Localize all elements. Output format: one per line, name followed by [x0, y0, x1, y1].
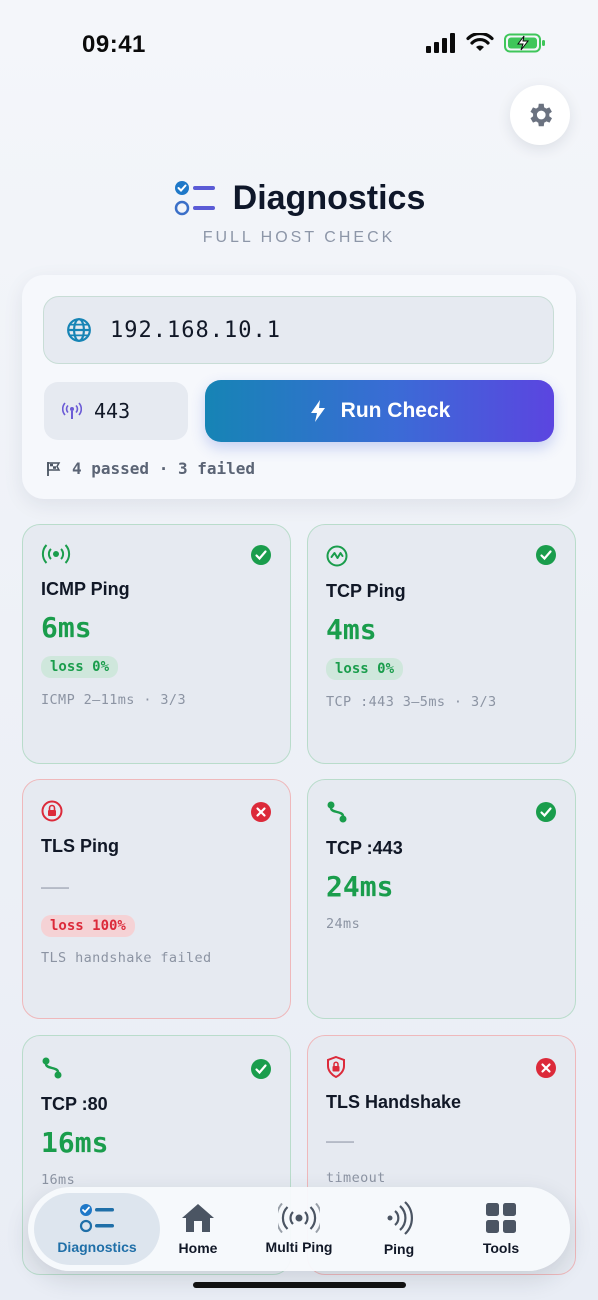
- card-title: TCP :80: [41, 1094, 108, 1114]
- check-summary: 4 passed · 3 failed: [46, 459, 255, 478]
- status-icons: [426, 33, 546, 53]
- host-input-card: 192.168.10.1 443 Run Check 4 passed · 3 …: [22, 275, 576, 499]
- page-header: Diagnostics FULL HOST CHECK: [0, 178, 598, 247]
- card-value: 4ms: [326, 613, 377, 646]
- status-time: 09:41: [82, 31, 146, 58]
- tab-multi-ping[interactable]: Multi Ping: [250, 1187, 348, 1271]
- cellular-signal-icon: [426, 33, 455, 53]
- tab-label: Ping: [383, 1241, 415, 1257]
- icmp-ping-card[interactable]: ICMP Ping 6ms loss 0% ICMP 2–11ms · 3/3: [22, 524, 291, 764]
- loss-badge: loss 0%: [326, 658, 404, 680]
- card-detail: timeout: [326, 1170, 386, 1186]
- card-title: ICMP Ping: [41, 579, 130, 599]
- broadcast-icon: [41, 544, 71, 564]
- tab-bar: Diagnostics Home Multi Ping Ping Tools: [28, 1187, 570, 1271]
- host-value: 192.168.10.1: [110, 317, 281, 343]
- card-detail: TLS handshake failed: [41, 950, 212, 966]
- home-indicator: [193, 1282, 406, 1288]
- run-check-label: Run Check: [340, 399, 451, 422]
- card-value: 24ms: [326, 870, 394, 903]
- check-circle-icon: [251, 545, 271, 565]
- port-value: 443: [94, 399, 131, 423]
- tab-ping[interactable]: Ping: [358, 1187, 440, 1271]
- signal-waves-icon: [387, 1201, 413, 1235]
- card-value: —: [41, 870, 69, 901]
- check-circle-icon: [536, 802, 556, 822]
- tab-tools[interactable]: Tools: [458, 1187, 544, 1271]
- broadcast-icon: [278, 1203, 320, 1233]
- shield-lock-icon: [327, 1056, 345, 1078]
- card-value: 16ms: [41, 1126, 109, 1159]
- loss-badge: loss 0%: [41, 656, 119, 678]
- tab-label: Diagnostics: [57, 1239, 137, 1255]
- grid-icon: [486, 1203, 516, 1233]
- globe-icon: [67, 318, 91, 342]
- port-input[interactable]: 443: [44, 382, 188, 440]
- loss-badge: loss 100%: [41, 915, 135, 937]
- card-detail: 24ms: [326, 916, 361, 932]
- pulse-icon: [326, 545, 348, 567]
- flag-icon: [47, 461, 61, 476]
- card-detail: 16ms: [41, 1172, 76, 1188]
- x-circle-icon: [536, 1058, 556, 1078]
- summary-text: 4 passed · 3 failed: [72, 459, 256, 478]
- card-title: TLS Handshake: [326, 1092, 462, 1112]
- wifi-icon: [466, 33, 494, 51]
- tcp-ping-card[interactable]: TCP Ping 4ms loss 0% TCP :443 3–5ms · 3/…: [307, 524, 576, 764]
- settings-button[interactable]: [510, 85, 570, 145]
- tcp-443-card[interactable]: TCP :443 24ms 24ms: [307, 779, 576, 1019]
- card-detail: ICMP 2–11ms · 3/3: [41, 692, 186, 708]
- run-check-button[interactable]: Run Check: [205, 380, 554, 442]
- check-circle-icon: [536, 545, 556, 565]
- route-icon: [327, 801, 347, 823]
- route-icon: [42, 1057, 62, 1079]
- lock-icon: [41, 800, 63, 822]
- antenna-icon: [62, 402, 82, 419]
- battery-charging-icon: [504, 33, 545, 53]
- page-title: Diagnostics: [232, 178, 426, 217]
- card-value: —: [326, 1124, 354, 1155]
- tab-label: Multi Ping: [265, 1239, 333, 1255]
- card-title: TCP :443: [326, 838, 403, 858]
- tab-diagnostics[interactable]: Diagnostics: [34, 1193, 160, 1265]
- tab-label: Home: [178, 1240, 218, 1256]
- card-title: TLS Ping: [41, 836, 119, 856]
- card-detail: TCP :443 3–5ms · 3/3: [326, 694, 497, 710]
- x-circle-icon: [251, 802, 271, 822]
- tab-home[interactable]: Home: [156, 1187, 240, 1271]
- checklist-icon: [79, 1204, 114, 1233]
- card-title: TCP Ping: [326, 581, 406, 601]
- tls-ping-card[interactable]: TLS Ping — loss 100% TLS handshake faile…: [22, 779, 291, 1019]
- page-subtitle: FULL HOST CHECK: [202, 229, 396, 246]
- home-icon: [182, 1204, 214, 1232]
- bolt-icon: [310, 400, 325, 422]
- gear-icon: [530, 103, 552, 127]
- tab-label: Tools: [482, 1240, 520, 1256]
- checklist-icon: [174, 181, 215, 216]
- host-input[interactable]: 192.168.10.1: [43, 296, 554, 364]
- card-value: 6ms: [41, 611, 92, 644]
- check-circle-icon: [251, 1059, 271, 1079]
- status-bar: 09:41: [0, 0, 598, 90]
